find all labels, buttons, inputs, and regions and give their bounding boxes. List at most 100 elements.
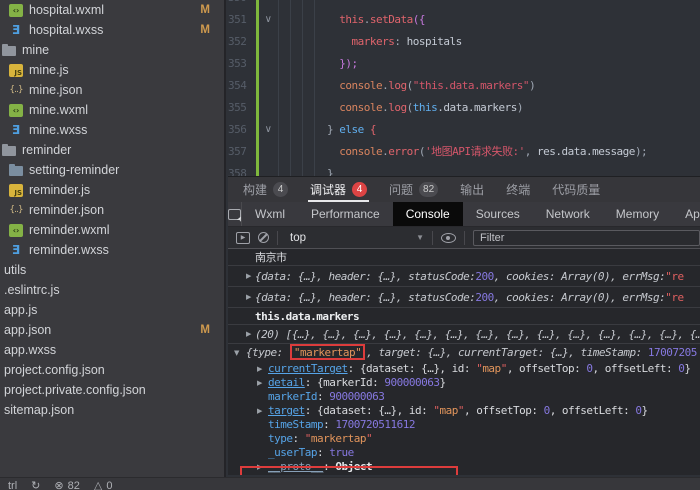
devtools-tab-appdata[interactable]: AppData xyxy=(672,202,700,226)
expand-arrow-icon[interactable]: ▶ xyxy=(257,376,262,390)
sidebar-item-setting-reminder[interactable]: setting-reminder xyxy=(0,160,224,180)
sidebar-item-sitemap.json[interactable]: sitemap.json xyxy=(0,400,224,420)
console-log-row: ▶(20) [{…}, {…}, {…}, {…}, {…}, {…}, {…}… xyxy=(228,325,700,344)
devtools-tab-performance[interactable]: Performance xyxy=(298,202,393,226)
devtools-tab-bar: WxmlPerformanceConsoleSourcesNetworkMemo… xyxy=(228,202,700,227)
clear-console-icon[interactable] xyxy=(258,232,269,243)
panel-tab-label: 输出 xyxy=(460,181,484,198)
status-item[interactable]: trl xyxy=(8,478,17,490)
text-segment: {data: {…}, header: {…}, statusCode: xyxy=(255,291,475,304)
live-expression-eye-icon[interactable] xyxy=(441,233,456,243)
text-segment: map xyxy=(482,362,500,375)
fold-chevron-icon[interactable]: ∨ xyxy=(261,119,275,141)
line-number: 350 xyxy=(228,0,246,9)
devtools-tab-sources[interactable]: Sources xyxy=(463,202,533,226)
text-segment: 900000063 xyxy=(329,390,384,403)
status-text: 0 xyxy=(106,478,112,490)
object-property-row: ▶detail: {markerId: 900000063} xyxy=(228,376,700,390)
line-number: 356 xyxy=(228,119,246,141)
text-segment: {dataset: {…}, id: xyxy=(360,362,476,375)
code-text: markers: hospitals xyxy=(278,31,462,53)
panel-tab-输出[interactable]: 输出 xyxy=(460,177,484,202)
panel-tab-label: 构建 xyxy=(243,181,267,198)
panel-tab-调试器[interactable]: 调试器4 xyxy=(310,177,367,202)
text-segment: {markerId: xyxy=(317,376,384,389)
code-lines: 350351∨ this.setData({352 markers: hospi… xyxy=(228,0,700,176)
sidebar-item-mine.wxss[interactable]: mine.wxss xyxy=(0,120,224,140)
sidebar-item-hospital.wxml[interactable]: hospital.wxmlM xyxy=(0,0,224,20)
text-segment: "re xyxy=(665,291,683,304)
devtools-tab-wxml[interactable]: Wxml xyxy=(242,202,298,226)
context-label: top xyxy=(290,232,306,244)
text-segment: setData xyxy=(370,13,413,26)
sidebar-item-mine.wxml[interactable]: mine.wxml xyxy=(0,100,224,120)
text-segment: '地图API请求失败:' xyxy=(425,145,525,158)
object-property-row: ▶currentTarget: {dataset: {…}, id: "map"… xyxy=(228,362,700,376)
sidebar-item-app.wxss[interactable]: app.wxss xyxy=(0,340,224,360)
sidebar-item-.eslintrc.js[interactable]: .eslintrc.js xyxy=(0,280,224,300)
expand-arrow-icon[interactable]: ▶ xyxy=(257,404,262,418)
console-log-row: 南京市 xyxy=(228,249,700,266)
devtools-tab-memory[interactable]: Memory xyxy=(603,202,672,226)
sidebar-item-mine.json[interactable]: mine.json xyxy=(0,80,224,100)
expand-arrow-icon[interactable]: ▶ xyxy=(257,460,262,474)
collapse-arrow-icon[interactable]: ▼ xyxy=(234,344,239,362)
panel-tab-终端[interactable]: 终端 xyxy=(506,177,530,202)
text-segment: , offsetTop: xyxy=(507,362,587,375)
expand-arrow-icon[interactable]: ▶ xyxy=(246,272,251,280)
toolbar-divider xyxy=(432,231,433,245)
colon: : xyxy=(317,390,329,403)
sidebar-item-mine[interactable]: mine xyxy=(0,40,224,60)
property-key: detail xyxy=(268,376,305,389)
status-item[interactable]: ↻ xyxy=(31,478,40,490)
file-explorer: hospital.wxmlMhospital.wxssMminemine.jsm… xyxy=(0,0,226,477)
execution-context-select[interactable]: top ▼ xyxy=(286,232,424,244)
sidebar-item-reminder.wxss[interactable]: reminder.wxss xyxy=(0,240,224,260)
colon: : xyxy=(348,362,360,375)
panel-tab-bar: 构建4 调试器4 问题82 输出 终端代码质量 xyxy=(228,177,700,202)
sidebar-item-reminder.json[interactable]: reminder.json xyxy=(0,200,224,220)
console-filter-input[interactable] xyxy=(473,230,700,246)
status-item[interactable]: △0 xyxy=(94,478,113,490)
status-bar: trl ↻ ⊗82 △0 xyxy=(0,477,700,490)
devtools-tab-console[interactable]: Console xyxy=(393,202,463,226)
toolbar-divider xyxy=(277,231,278,245)
toolbar-divider xyxy=(464,231,465,245)
sidebar-item-reminder[interactable]: reminder xyxy=(0,140,224,160)
file-name: reminder.wxss xyxy=(29,243,109,257)
status-text: trl xyxy=(8,478,17,490)
sidebar-item-app.json[interactable]: app.jsonM xyxy=(0,320,224,340)
file-name: reminder xyxy=(22,143,71,157)
devtools-tab-network[interactable]: Network xyxy=(533,202,603,226)
sidebar-item-reminder.js[interactable]: reminder.js xyxy=(0,180,224,200)
sidebar-item-mine.js[interactable]: mine.js xyxy=(0,60,224,80)
sidebar-item-reminder.wxml[interactable]: reminder.wxml xyxy=(0,220,224,240)
line-number: 351 xyxy=(228,9,246,31)
sidebar-item-project.config.json[interactable]: project.config.json xyxy=(0,360,224,380)
text-segment: {type: xyxy=(246,346,289,359)
panel-tab-代码质量[interactable]: 代码质量 xyxy=(552,177,600,202)
text-segment: {data: {…}, header: {…}, statusCode: xyxy=(255,270,475,283)
expand-arrow-icon[interactable]: ▶ xyxy=(257,362,262,376)
json-file-icon xyxy=(9,84,23,97)
expand-arrow-icon[interactable]: ▶ xyxy=(246,330,251,338)
colon: : xyxy=(305,404,317,417)
text-segment: } xyxy=(439,376,445,389)
wxml-file-icon xyxy=(9,224,23,237)
panel-tab-构建[interactable]: 构建4 xyxy=(243,177,288,202)
line-number: 353 xyxy=(228,53,246,75)
text-segment: {dataset: {…}, id: xyxy=(317,404,433,417)
sidebar-item-app.js[interactable]: app.js xyxy=(0,300,224,320)
console-sidebar-toggle-icon[interactable] xyxy=(236,232,250,244)
sidebar-item-project.private.config.json[interactable]: project.private.config.json xyxy=(0,380,224,400)
status-item[interactable]: ⊗82 xyxy=(54,478,79,490)
inspect-element-button[interactable] xyxy=(228,202,242,226)
sidebar-item-hospital.wxss[interactable]: hospital.wxssM xyxy=(0,20,224,40)
fold-chevron-icon[interactable]: ∨ xyxy=(261,9,275,31)
sidebar-item-utils[interactable]: utils xyxy=(0,260,224,280)
file-name: project.private.config.json xyxy=(4,383,146,397)
expand-arrow-icon[interactable]: ▶ xyxy=(246,293,251,301)
text-segment: "re xyxy=(665,270,683,283)
text-segment: 17007205 xyxy=(648,346,697,359)
panel-tab-问题[interactable]: 问题82 xyxy=(389,177,438,202)
